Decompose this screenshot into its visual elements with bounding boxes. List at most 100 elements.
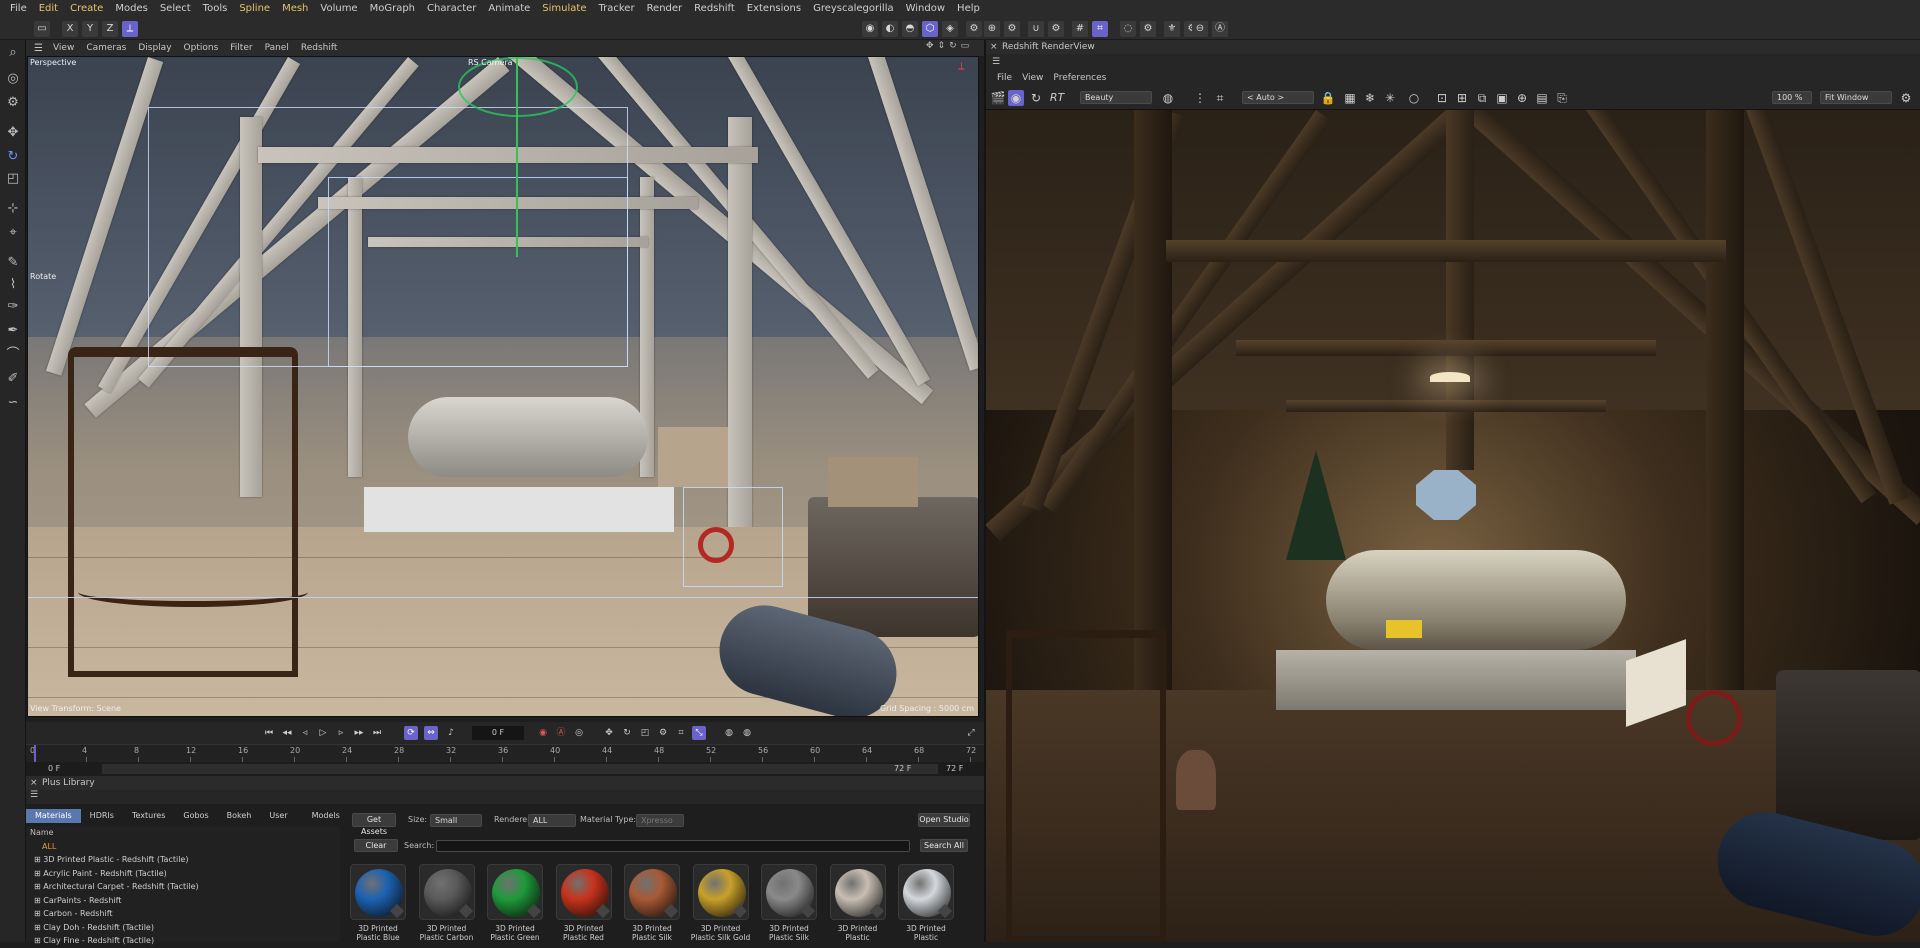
magnet-icon[interactable]: ∪ (1028, 21, 1044, 37)
x-axis-button[interactable]: X (62, 21, 78, 37)
grid-icon[interactable]: ⋮ (1192, 90, 1208, 106)
hamburger-icon[interactable]: ☰ (992, 57, 1000, 67)
loop-icon[interactable]: ⟳ (404, 726, 418, 740)
menu-tools[interactable]: Tools (197, 0, 234, 18)
material-thumbnail[interactable] (487, 864, 543, 920)
pen-icon[interactable]: ✒ (4, 322, 22, 340)
paint-icon[interactable]: ✑ (4, 298, 22, 316)
expand-icon[interactable]: ⊞ (34, 855, 43, 864)
viewport-menu-redshift[interactable]: Redshift (295, 43, 344, 53)
tab-models[interactable]: Models (303, 809, 349, 823)
workplane-icon[interactable]: ⌗ (1092, 21, 1108, 37)
menu-greyscalegorilla[interactable]: Greyscalegorilla (807, 0, 900, 18)
menu-create[interactable]: Create (64, 0, 109, 18)
viewport-menu-cameras[interactable]: Cameras (80, 43, 132, 53)
play-icon[interactable]: ▷ (316, 726, 330, 740)
menu-edit[interactable]: Edit (33, 0, 64, 18)
fit-select[interactable]: Fit Window (1820, 91, 1892, 104)
add-image-icon[interactable]: ⊕ (1514, 90, 1530, 106)
sound-icon[interactable]: ♪ (444, 726, 458, 740)
tab-gobos[interactable]: Gobos (174, 809, 217, 823)
save-icon[interactable]: ▤ (1534, 90, 1550, 106)
viewport-menu-view[interactable]: View (47, 43, 80, 53)
menu-volume[interactable]: Volume (314, 0, 363, 18)
expand-icon[interactable]: ⊞ (34, 936, 43, 945)
render-view-icon[interactable]: ◉ (862, 21, 878, 37)
end-frame-a[interactable]: 72 F (894, 764, 911, 773)
close-icon[interactable]: × (990, 40, 998, 54)
range-icon[interactable]: ⇔ (424, 726, 438, 740)
rt-label[interactable]: RT (1046, 90, 1068, 106)
end-frame-b[interactable]: 72 F (946, 764, 963, 773)
aov-select[interactable]: Beauty (1080, 91, 1152, 104)
shading-icon[interactable]: ◈ (942, 21, 958, 37)
menu-mograph[interactable]: MoGraph (364, 0, 421, 18)
keyframe-selection-icon[interactable]: ◎ (572, 726, 586, 740)
expand-icon[interactable]: ⊞ (34, 909, 43, 918)
color-mode-icon[interactable]: ◍ (1160, 90, 1176, 106)
tab-user-hdris[interactable]: User HDRIs (260, 809, 302, 834)
key-position-icon[interactable]: ✥ (602, 726, 616, 740)
category-item[interactable]: ⊞ Clay Fine - Redshift (Tactile) (26, 934, 340, 948)
knife-icon[interactable]: ✎ (4, 254, 22, 272)
viewport-nav-icons[interactable]: ✥⇕↻▭ (926, 41, 982, 55)
selection-filter-icon[interactable]: ⚙ (4, 94, 22, 112)
current-frame-field[interactable]: 0 F (472, 726, 524, 740)
menu-window[interactable]: Window (900, 0, 951, 18)
menu-character[interactable]: Character (421, 0, 482, 18)
timeline-ruler[interactable]: 0 4 8 12 16 20 24 28 32 36 40 44 48 52 56 60 64 68 72 (26, 744, 984, 763)
material-thumbnail[interactable] (418, 864, 475, 920)
help-icon[interactable]: Ⓐ (1212, 21, 1228, 37)
expand-icon[interactable]: ⊞ (34, 923, 43, 932)
expand-icon[interactable]: ⊞ (34, 896, 43, 905)
tab-materials[interactable]: Materials (26, 809, 81, 823)
material-thumbnail[interactable] (555, 864, 612, 920)
gear-icon[interactable]: ⚙ (1898, 90, 1914, 106)
renderview-menu-file[interactable]: File (992, 72, 1017, 84)
live-selection-icon[interactable]: ◎ (4, 70, 22, 88)
grid-snap-icon[interactable]: # (1072, 21, 1088, 37)
z-axis-button[interactable]: Z (102, 21, 118, 37)
category-item[interactable]: ⊞ Carbon - Redshift (26, 907, 340, 921)
motion-clip-icon[interactable]: ◍ (722, 726, 736, 740)
image-icon[interactable]: ▣ (1494, 90, 1510, 106)
material-thumbnail[interactable] (898, 864, 954, 920)
viewport-menu-filter[interactable]: Filter (224, 43, 258, 53)
autokey-icon[interactable]: Ⓐ (554, 726, 568, 740)
render-queue-icon[interactable]: ◓ (902, 21, 918, 37)
search-icon[interactable]: ⌕ (4, 44, 22, 62)
sculpt-icon[interactable]: ⌒ (4, 346, 22, 364)
record-icon[interactable]: ◉ (536, 726, 550, 740)
get-assets-button[interactable]: Get Assets (352, 813, 396, 836)
material-thumbnail[interactable] (829, 864, 886, 920)
start-frame-a[interactable]: 0 F (48, 764, 60, 773)
next-key-icon[interactable]: ▸▸ (352, 726, 366, 740)
camera-select[interactable]: < Auto > (1242, 91, 1314, 104)
viewport-menu-display[interactable]: Display (132, 43, 177, 53)
clear-button[interactable]: Clear (354, 839, 398, 852)
refresh-icon[interactable]: ↻ (1028, 90, 1044, 106)
frame-range-slider[interactable] (102, 764, 938, 774)
viewport-menu-options[interactable]: Options (178, 43, 225, 53)
close-icon[interactable]: × (30, 776, 38, 790)
menu-simulate[interactable]: Simulate (536, 0, 592, 18)
menu-animate[interactable]: Animate (482, 0, 536, 18)
expand-icon[interactable]: ⊞ (34, 869, 43, 878)
symmetry-icon[interactable]: ⚜ (1164, 21, 1180, 37)
category-item[interactable]: ⊞ Architectural Carpet - Redshift (Tacti… (26, 880, 340, 894)
category-item[interactable]: ⊞ 3D Printed Plastic - Redshift (Tactile… (26, 853, 340, 867)
search-input[interactable] (436, 840, 910, 852)
menu-spline[interactable]: Spline (233, 0, 276, 18)
transform-icon[interactable]: ⊹ (4, 200, 22, 218)
brush-icon[interactable]: ⌇ (4, 276, 22, 294)
zoom-icon[interactable]: ⊞ (1454, 90, 1470, 106)
renderer-select[interactable]: ALL (528, 814, 576, 827)
lasso-icon[interactable]: ∽ (4, 394, 22, 412)
snap-settings-icon[interactable]: ⚙ (966, 21, 982, 37)
category-all[interactable]: ALL (26, 840, 340, 854)
viewport-menu-panel[interactable]: Panel (259, 43, 295, 53)
motion-clip-settings-icon[interactable]: ◍ (740, 726, 754, 740)
display-mode-icon[interactable]: ⬡ (922, 21, 938, 37)
scale-icon[interactable]: ◰ (4, 170, 22, 188)
layers-icon[interactable]: ⊖ (1192, 21, 1208, 37)
